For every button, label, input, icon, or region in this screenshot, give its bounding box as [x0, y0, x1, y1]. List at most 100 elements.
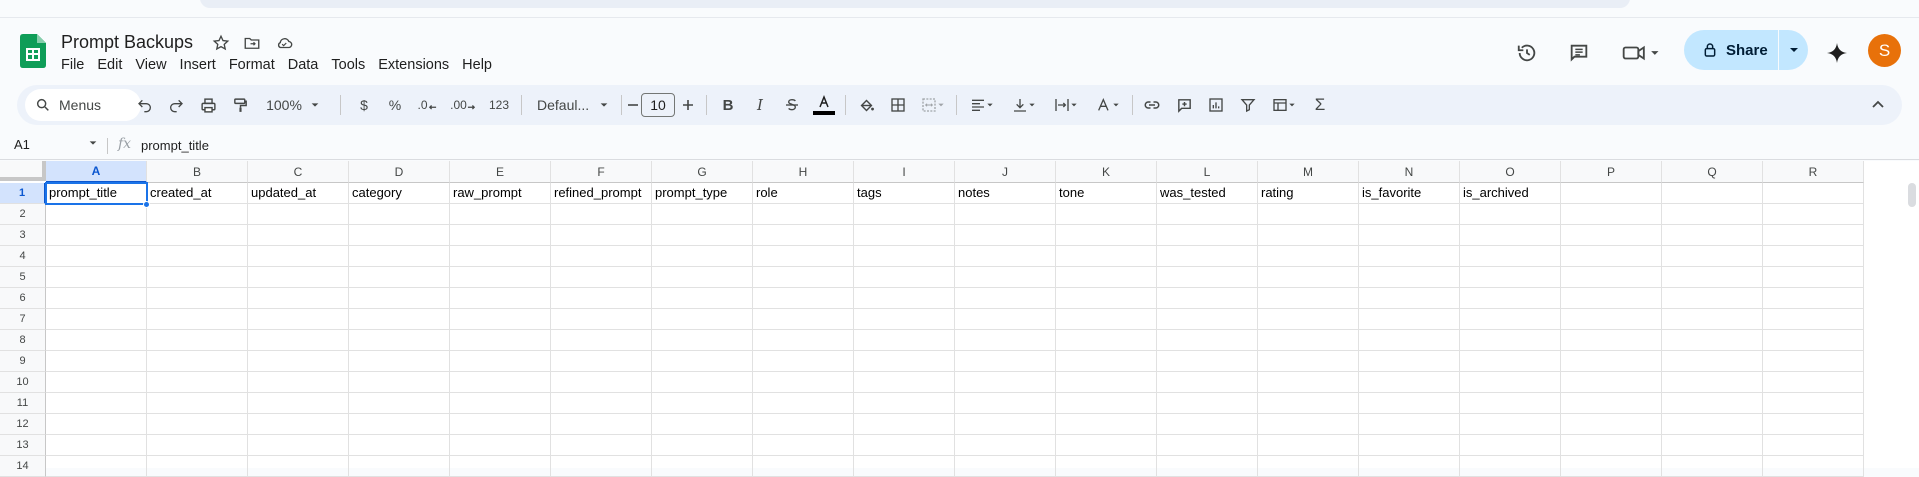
cell-b5[interactable]	[147, 267, 248, 288]
cell-i5[interactable]	[854, 267, 955, 288]
text-rotation-icon[interactable]	[1090, 93, 1126, 117]
row-header-5[interactable]: 5	[0, 267, 46, 288]
cell-h12[interactable]	[753, 414, 854, 435]
cell-c6[interactable]	[248, 288, 349, 309]
cell-f11[interactable]	[551, 393, 652, 414]
cell-c9[interactable]	[248, 351, 349, 372]
cell-b8[interactable]	[147, 330, 248, 351]
cell-p10[interactable]	[1561, 372, 1662, 393]
cell-q6[interactable]	[1662, 288, 1763, 309]
cell-e1[interactable]: raw_prompt	[450, 183, 551, 204]
cell-h7[interactable]	[753, 309, 854, 330]
cell-f13[interactable]	[551, 435, 652, 456]
cell-l4[interactable]	[1157, 246, 1258, 267]
cell-k3[interactable]	[1056, 225, 1157, 246]
cell-r6[interactable]	[1763, 288, 1864, 309]
decrease-font-size-icon[interactable]	[625, 93, 641, 117]
cell-k12[interactable]	[1056, 414, 1157, 435]
insert-comment-icon[interactable]	[1172, 93, 1196, 117]
cell-f9[interactable]	[551, 351, 652, 372]
insert-link-icon[interactable]	[1140, 93, 1164, 117]
cell-q12[interactable]	[1662, 414, 1763, 435]
cell-a11[interactable]	[46, 393, 147, 414]
cell-m4[interactable]	[1258, 246, 1359, 267]
cell-d14[interactable]	[349, 456, 450, 477]
cell-i9[interactable]	[854, 351, 955, 372]
cell-c7[interactable]	[248, 309, 349, 330]
cell-l14[interactable]	[1157, 456, 1258, 477]
cell-h5[interactable]	[753, 267, 854, 288]
cell-h11[interactable]	[753, 393, 854, 414]
cell-b4[interactable]	[147, 246, 248, 267]
cell-m5[interactable]	[1258, 267, 1359, 288]
cell-j14[interactable]	[955, 456, 1056, 477]
cell-d9[interactable]	[349, 351, 450, 372]
cell-n4[interactable]	[1359, 246, 1460, 267]
cell-g1[interactable]: prompt_type	[652, 183, 753, 204]
cell-k6[interactable]	[1056, 288, 1157, 309]
cell-p14[interactable]	[1561, 456, 1662, 477]
cell-h8[interactable]	[753, 330, 854, 351]
account-avatar[interactable]: S	[1868, 34, 1901, 67]
cell-f3[interactable]	[551, 225, 652, 246]
name-box[interactable]: A1	[14, 137, 30, 152]
menu-extensions[interactable]: Extensions	[378, 57, 456, 73]
cell-e8[interactable]	[450, 330, 551, 351]
bold-button[interactable]: B	[716, 93, 740, 117]
row-header-9[interactable]: 9	[0, 351, 46, 372]
cell-o14[interactable]	[1460, 456, 1561, 477]
cell-l2[interactable]	[1157, 204, 1258, 225]
cell-f12[interactable]	[551, 414, 652, 435]
cell-i14[interactable]	[854, 456, 955, 477]
cell-b11[interactable]	[147, 393, 248, 414]
cell-q4[interactable]	[1662, 246, 1763, 267]
row-header-14[interactable]: 14	[0, 456, 46, 477]
cell-e11[interactable]	[450, 393, 551, 414]
cell-r9[interactable]	[1763, 351, 1864, 372]
cell-n8[interactable]	[1359, 330, 1460, 351]
cell-k11[interactable]	[1056, 393, 1157, 414]
column-header-q[interactable]: Q	[1662, 161, 1763, 183]
cell-j7[interactable]	[955, 309, 1056, 330]
column-header-b[interactable]: B	[147, 161, 248, 183]
cell-l7[interactable]	[1157, 309, 1258, 330]
column-header-l[interactable]: L	[1157, 161, 1258, 183]
cell-b6[interactable]	[147, 288, 248, 309]
column-header-m[interactable]: M	[1258, 161, 1359, 183]
version-history-icon[interactable]	[1510, 36, 1544, 70]
print-icon[interactable]	[196, 93, 220, 117]
cell-b1[interactable]: created_at	[147, 183, 248, 204]
cell-d13[interactable]	[349, 435, 450, 456]
cell-n13[interactable]	[1359, 435, 1460, 456]
fill-handle[interactable]	[143, 201, 150, 208]
row-header-8[interactable]: 8	[0, 330, 46, 351]
cell-p5[interactable]	[1561, 267, 1662, 288]
cell-f1[interactable]: refined_prompt	[551, 183, 652, 204]
row-header-4[interactable]: 4	[0, 246, 46, 267]
text-color-icon[interactable]	[811, 93, 837, 117]
cell-p4[interactable]	[1561, 246, 1662, 267]
cell-f2[interactable]	[551, 204, 652, 225]
cell-p2[interactable]	[1561, 204, 1662, 225]
cell-i8[interactable]	[854, 330, 955, 351]
cell-q1[interactable]	[1662, 183, 1763, 204]
formula-input[interactable]: prompt_title	[141, 138, 209, 153]
cell-c3[interactable]	[248, 225, 349, 246]
cell-a2[interactable]	[46, 204, 147, 225]
cell-o8[interactable]	[1460, 330, 1561, 351]
cell-g3[interactable]	[652, 225, 753, 246]
cell-a12[interactable]	[46, 414, 147, 435]
column-header-h[interactable]: H	[753, 161, 854, 183]
cell-c1[interactable]: updated_at	[248, 183, 349, 204]
cell-a6[interactable]	[46, 288, 147, 309]
cell-h10[interactable]	[753, 372, 854, 393]
cell-b7[interactable]	[147, 309, 248, 330]
cell-c8[interactable]	[248, 330, 349, 351]
cell-e10[interactable]	[450, 372, 551, 393]
cell-a5[interactable]	[46, 267, 147, 288]
column-header-j[interactable]: J	[955, 161, 1056, 183]
merge-cells-icon[interactable]	[916, 93, 950, 117]
cell-j6[interactable]	[955, 288, 1056, 309]
sheets-logo-icon[interactable]	[20, 34, 46, 68]
cell-h1[interactable]: role	[753, 183, 854, 204]
